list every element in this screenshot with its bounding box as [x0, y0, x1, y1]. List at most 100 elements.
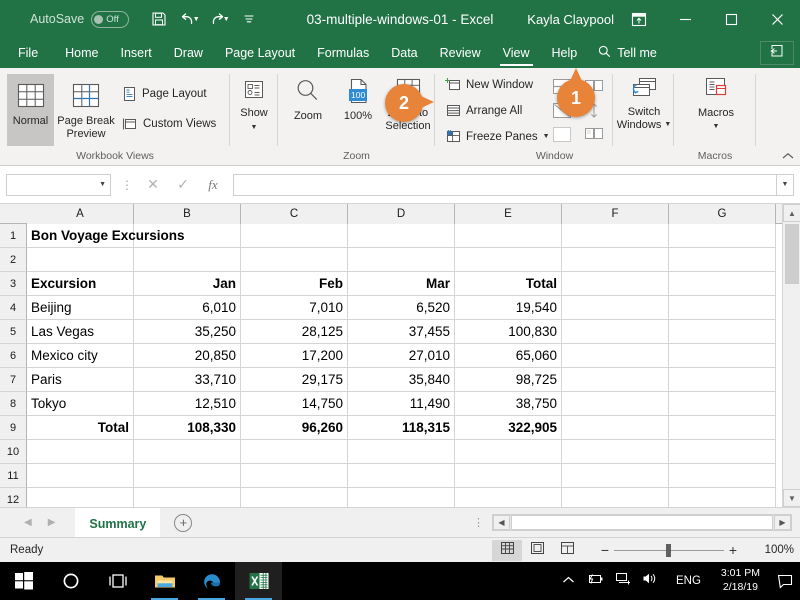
cell-E4[interactable]: 19,540: [455, 296, 562, 320]
scroll-right-arrow-icon[interactable]: ▶: [774, 515, 791, 530]
redo-icon[interactable]: ▼: [205, 5, 233, 33]
microsoft-edge-icon[interactable]: [188, 562, 235, 600]
row-header-8[interactable]: 8: [0, 392, 27, 416]
cell-E1[interactable]: [455, 224, 562, 248]
row-header-5[interactable]: 5: [0, 320, 27, 344]
excel-app-icon[interactable]: [235, 562, 282, 600]
cell-B5[interactable]: 35,250: [134, 320, 241, 344]
tab-view[interactable]: View: [492, 38, 541, 68]
cell-B8[interactable]: 12,510: [134, 392, 241, 416]
cortana-circle-icon[interactable]: [47, 562, 94, 600]
network-icon[interactable]: [615, 572, 631, 590]
input-language-indicator[interactable]: ENG: [666, 575, 711, 587]
column-header-e[interactable]: E: [455, 204, 562, 224]
cell-C2[interactable]: [241, 248, 348, 272]
cell-C7[interactable]: 29,175: [241, 368, 348, 392]
close-icon[interactable]: [754, 0, 800, 38]
tab-review[interactable]: Review: [429, 38, 492, 68]
row-header-6[interactable]: 6: [0, 344, 27, 368]
zoom-in-button[interactable]: +: [724, 542, 742, 558]
page-layout-button[interactable]: Page Layout: [122, 86, 207, 102]
arrange-all-button[interactable]: Arrange All: [445, 103, 522, 118]
redo-dropdown-caret-icon[interactable]: ▼: [223, 16, 230, 23]
zoom-100-percent-button[interactable]: 100 100%: [334, 76, 382, 123]
tab-page-layout[interactable]: Page Layout: [214, 38, 306, 68]
cell-E3[interactable]: Total: [455, 272, 562, 296]
cell-F10[interactable]: [562, 440, 669, 464]
action-center-icon[interactable]: [770, 562, 800, 600]
scroll-up-arrow-icon[interactable]: ▲: [783, 204, 800, 222]
cell-D1[interactable]: [348, 224, 455, 248]
cell-A10[interactable]: [27, 440, 134, 464]
cell-A2[interactable]: [27, 248, 134, 272]
cell-D4[interactable]: 6,520: [348, 296, 455, 320]
column-header-g[interactable]: G: [669, 204, 776, 224]
freeze-panes-dropdown-caret-icon[interactable]: ▼: [543, 133, 550, 140]
minimize-icon[interactable]: [662, 0, 708, 38]
macros-dropdown-caret-icon[interactable]: ▼: [713, 123, 720, 131]
freeze-panes-button[interactable]: Freeze Panes ▼: [445, 129, 550, 144]
cell-C5[interactable]: 28,125: [241, 320, 348, 344]
cell-B12[interactable]: [134, 488, 241, 507]
cell-D7[interactable]: 35,840: [348, 368, 455, 392]
switch-windows-dropdown-caret-icon[interactable]: ▼: [664, 121, 671, 129]
column-header-c[interactable]: C: [241, 204, 348, 224]
formula-input[interactable]: [233, 173, 776, 196]
cancel-x-icon[interactable]: ✕: [145, 176, 161, 193]
cell-B7[interactable]: 33,710: [134, 368, 241, 392]
cell-C11[interactable]: [241, 464, 348, 488]
cell-F2[interactable]: [562, 248, 669, 272]
expand-formula-bar-icon[interactable]: ▼: [776, 173, 794, 196]
cell-D5[interactable]: 37,455: [348, 320, 455, 344]
horizontal-scrollbar[interactable]: ◀ ▶: [492, 514, 792, 531]
cell-B6[interactable]: 20,850: [134, 344, 241, 368]
cell-G6[interactable]: [669, 344, 776, 368]
cell-G11[interactable]: [669, 464, 776, 488]
tab-home[interactable]: Home: [54, 38, 109, 68]
enter-check-icon[interactable]: ✓: [175, 176, 191, 193]
cell-D8[interactable]: 11,490: [348, 392, 455, 416]
cell-C3[interactable]: Feb: [241, 272, 348, 296]
cell-B10[interactable]: [134, 440, 241, 464]
cell-F8[interactable]: [562, 392, 669, 416]
zoom-slider-thumb[interactable]: [666, 543, 671, 557]
reset-window-position-button[interactable]: [583, 125, 605, 150]
column-header-d[interactable]: D: [348, 204, 455, 224]
page-break-preview-button[interactable]: Page Break Preview: [55, 74, 117, 146]
row-header-4[interactable]: 4: [0, 296, 27, 320]
tab-file[interactable]: File: [0, 38, 54, 68]
page-layout-view-shortcut-button[interactable]: [522, 540, 552, 561]
cell-E8[interactable]: 38,750: [455, 392, 562, 416]
zoom-slider[interactable]: − +: [596, 542, 742, 558]
zoom-button[interactable]: Zoom: [284, 76, 332, 123]
cell-D12[interactable]: [348, 488, 455, 507]
cell-G8[interactable]: [669, 392, 776, 416]
cell-C8[interactable]: 14,750: [241, 392, 348, 416]
cell-A7[interactable]: Paris: [27, 368, 134, 392]
custom-views-button[interactable]: Custom Views: [122, 116, 216, 132]
windows-start-icon[interactable]: [0, 562, 47, 600]
cell-G7[interactable]: [669, 368, 776, 392]
new-window-button[interactable]: New Window: [445, 77, 533, 92]
file-explorer-folder-icon[interactable]: [141, 562, 188, 600]
row-header-3[interactable]: 3: [0, 272, 27, 296]
cell-F11[interactable]: [562, 464, 669, 488]
cell-C4[interactable]: 7,010: [241, 296, 348, 320]
normal-view-button[interactable]: Normal: [7, 74, 54, 146]
cell-D10[interactable]: [348, 440, 455, 464]
zoom-slider-track[interactable]: [614, 543, 724, 557]
tab-insert[interactable]: Insert: [110, 38, 163, 68]
cell-F9[interactable]: [562, 416, 669, 440]
share-button[interactable]: [760, 41, 794, 65]
cell-D6[interactable]: 27,010: [348, 344, 455, 368]
cell-C12[interactable]: [241, 488, 348, 507]
normal-view-shortcut-button[interactable]: [492, 539, 522, 561]
cell-C10[interactable]: [241, 440, 348, 464]
cell-B4[interactable]: 6,010: [134, 296, 241, 320]
cell-D3[interactable]: Mar: [348, 272, 455, 296]
cell-A4[interactable]: Beijing: [27, 296, 134, 320]
undo-dropdown-caret-icon[interactable]: ▼: [193, 16, 200, 23]
cell-G12[interactable]: [669, 488, 776, 507]
cell-A5[interactable]: Las Vegas: [27, 320, 134, 344]
cell-E10[interactable]: [455, 440, 562, 464]
